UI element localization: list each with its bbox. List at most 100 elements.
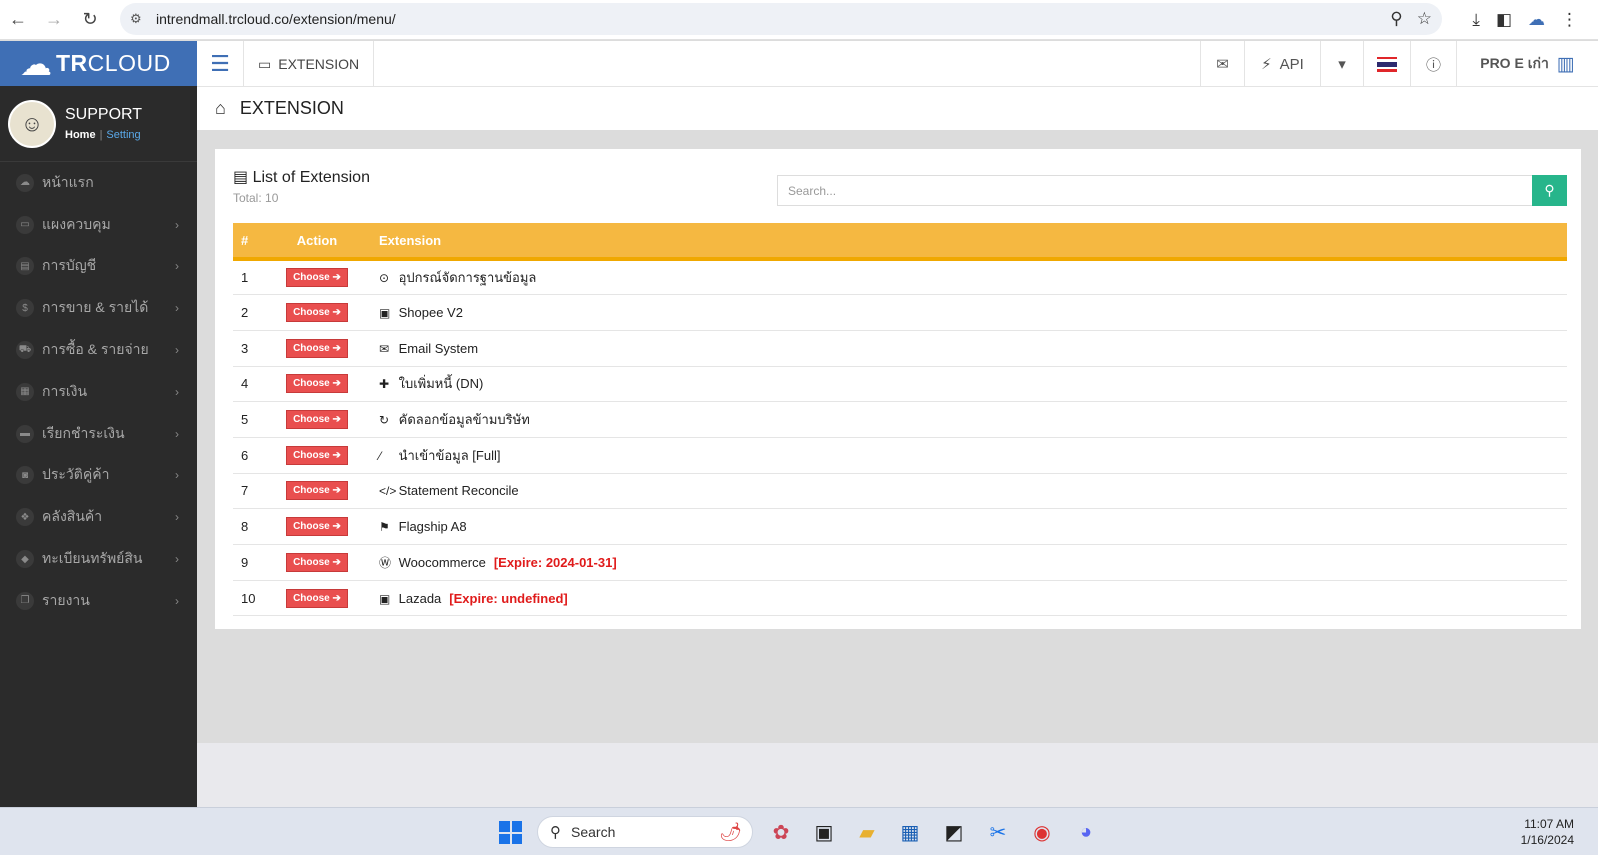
store-icon[interactable]: ▦ — [896, 818, 924, 846]
row-number: 8 — [233, 508, 263, 545]
thai-flag-icon — [1377, 56, 1397, 72]
forward-icon[interactable]: → — [36, 2, 72, 38]
home-link[interactable]: Home — [65, 129, 96, 141]
search-input[interactable] — [777, 175, 1532, 206]
desktop-icon: ▭ — [16, 215, 34, 234]
calendar-icon: ▦ — [16, 382, 34, 401]
sidebar-item-0[interactable]: ☁ หน้าแรก — [0, 162, 197, 204]
choose-button[interactable]: Choose ➔ — [286, 268, 348, 288]
choose-button[interactable]: Choose ➔ — [286, 445, 348, 465]
sidebar-item-7[interactable]: ◙ ประวัติคู่ค้า › — [0, 455, 197, 497]
code-icon: </> — [379, 484, 397, 499]
sidebar-item-label: การขาย & รายได้ — [42, 299, 149, 316]
row-number: 10 — [233, 580, 263, 617]
api-button[interactable]: ⚡ API — [1244, 41, 1320, 87]
sidebar-item-label: ประวัติคู่ค้า — [42, 466, 110, 483]
task-view-icon[interactable]: ▣ — [810, 818, 838, 846]
refresh-icon: ↻ — [379, 413, 390, 428]
sidebar-item-9[interactable]: ◆ ทะเบียนทรัพย์สิน › — [0, 538, 197, 580]
list-icon: ▤ — [233, 169, 249, 186]
profile-cloud-icon[interactable]: ☁ — [1528, 10, 1545, 30]
table-row: 3 Choose ➔ ✉ Email System — [233, 330, 1567, 367]
row-number: 9 — [233, 544, 263, 581]
choose-button[interactable]: Choose ➔ — [286, 338, 348, 358]
bookmark-star-icon[interactable]: ☆ — [1417, 9, 1432, 29]
cubes-icon: ❖ — [16, 508, 34, 527]
trcloud-logo[interactable]: ☁ TRCLOUD — [0, 41, 197, 86]
extension-name: นำเข้าข้อมูล [Full] — [398, 447, 501, 463]
zoom-icon[interactable]: ⚲ — [1390, 9, 1402, 29]
system-clock[interactable]: 11:07 AM 1/16/2024 — [1521, 816, 1574, 848]
side-panel-icon[interactable]: ◧ — [1496, 10, 1512, 30]
top-header: ☰ ▭ EXTENSION ✉ ⚡ API ▾ ⓘ PRO E เก่า ▥ — [197, 41, 1598, 87]
choose-button[interactable]: Choose ➔ — [286, 410, 348, 430]
sidebar-item-6[interactable]: ▬ เรียกชำระเงิน › — [0, 413, 197, 455]
page-title: EXTENSION — [239, 98, 344, 118]
mail-button[interactable]: ✉ — [1200, 41, 1244, 87]
help-button[interactable]: ⓘ — [1410, 41, 1456, 87]
footer — [197, 743, 1598, 807]
back-icon[interactable]: ← — [0, 2, 36, 38]
brand-bold: TR — [56, 50, 88, 76]
header-action: Action — [296, 232, 338, 248]
sidebar-item-label: หน้าแรก — [42, 173, 94, 190]
sidebar-item-8[interactable]: ❖ คลังสินค้า › — [0, 496, 197, 538]
choose-button[interactable]: Choose ➔ — [286, 517, 348, 537]
chevron-right-icon: › — [175, 384, 179, 399]
choose-button[interactable]: Choose ➔ — [286, 374, 348, 394]
choose-button[interactable]: Choose ➔ — [286, 552, 348, 572]
taskbar-search[interactable]: ⚲ Search 🌶 — [537, 816, 753, 848]
expire-label: [Expire: 2024-01-31] — [493, 554, 617, 570]
home-icon[interactable]: ⌂ — [215, 98, 226, 119]
extension-name: Shopee V2 — [398, 305, 463, 321]
clock-time: 11:07 AM — [1524, 817, 1574, 831]
chevron-right-icon: › — [175, 217, 179, 232]
search-button[interactable]: ⚲ — [1532, 175, 1567, 206]
user-name: SUPPORT — [65, 106, 143, 123]
download-icon[interactable]: ⤓ — [1472, 10, 1480, 30]
extension-name: Flagship A8 — [398, 519, 467, 535]
sidebar-item-10[interactable]: ❐ รายงาน › — [0, 580, 197, 622]
snipping-tool-icon[interactable]: ✂ — [984, 818, 1012, 846]
reload-icon[interactable]: ↻ — [72, 2, 108, 38]
dropdown-button[interactable]: ▾ — [1320, 41, 1363, 87]
header-num: # — [241, 232, 249, 248]
copilot-icon[interactable]: ✿ — [767, 818, 795, 846]
plan-button[interactable]: PRO E เก่า ▥ — [1456, 41, 1598, 87]
chevron-right-icon: › — [175, 510, 179, 525]
sticky-notes-icon[interactable]: ◩ — [940, 818, 968, 846]
row-number: 3 — [233, 330, 263, 367]
table-row: 8 Choose ➔ ⚑ Flagship A8 — [233, 508, 1567, 545]
sidebar-item-label: คลังสินค้า — [42, 508, 103, 525]
brand-rest: CLOUD — [87, 50, 171, 76]
clock-date: 1/16/2024 — [1520, 833, 1574, 847]
table-row: 5 Choose ➔ ↻ คัดลอกข้อมูลข้ามบริษัท — [233, 401, 1567, 438]
choose-button[interactable]: Choose ➔ — [286, 303, 348, 323]
choose-button[interactable]: Choose ➔ — [286, 588, 348, 608]
plus-icon: ✚ — [379, 377, 390, 392]
site-settings-icon[interactable]: ⚙ — [130, 11, 150, 27]
sidebar-item-label: การเงิน — [42, 382, 88, 399]
avatar[interactable]: ☺ — [8, 99, 56, 148]
sidebar-item-3[interactable]: $ การขาย & รายได้ › — [0, 287, 197, 329]
setting-link[interactable]: Setting — [106, 129, 140, 141]
row-number: 6 — [233, 437, 263, 474]
file-explorer-icon[interactable]: ▰ — [853, 818, 881, 846]
book-icon: ▤ — [16, 257, 34, 276]
sidebar-item-5[interactable]: ▦ การเงิน › — [0, 371, 197, 413]
url-text[interactable]: intrendmall.trcloud.co/extension/menu/ — [156, 11, 396, 27]
table-row: 2 Choose ➔ ▣ Shopee V2 — [233, 294, 1567, 331]
extension-tab[interactable]: ▭ EXTENSION — [244, 41, 375, 87]
windows-start-icon[interactable] — [499, 821, 522, 844]
language-button[interactable] — [1363, 41, 1410, 87]
sidebar-item-1[interactable]: ▭ แผงควบคุม › — [0, 204, 197, 246]
sidebar-item-2[interactable]: ▤ การบัญชี › — [0, 246, 197, 288]
hamburger-menu-icon[interactable]: ☰ — [197, 41, 244, 87]
chrome-icon[interactable]: ◉ — [1028, 818, 1056, 846]
extension-name: ใบเพิ่มหนี้ (DN) — [398, 376, 484, 392]
sidebar-item-4[interactable]: ⛟ การซื้อ & รายจ่าย › — [0, 329, 197, 371]
address-bar[interactable]: ⚙ intrendmall.trcloud.co/extension/menu/… — [120, 3, 1442, 35]
choose-button[interactable]: Choose ➔ — [286, 481, 348, 501]
discord-icon[interactable]: ◕ — [1072, 818, 1100, 846]
browser-menu-icon[interactable]: ⋮ — [1561, 10, 1578, 30]
